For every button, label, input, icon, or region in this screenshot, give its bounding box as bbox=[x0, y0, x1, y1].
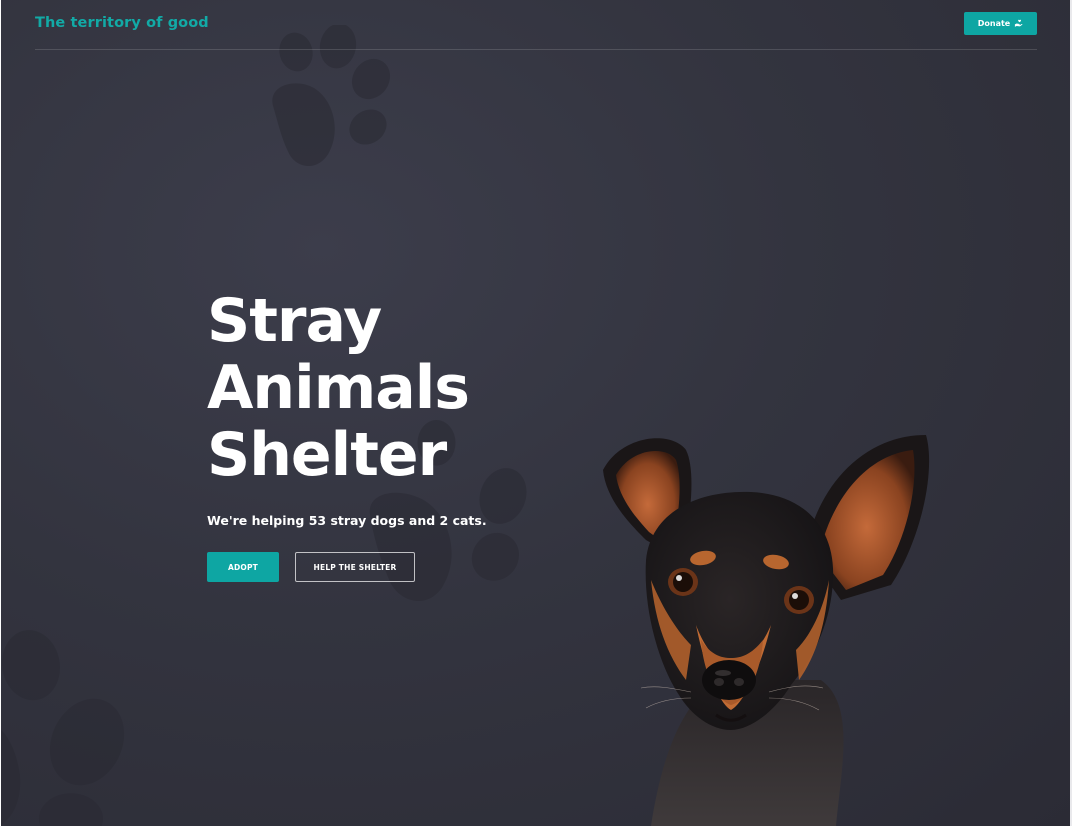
site-header: The territory of good Donate bbox=[35, 0, 1037, 50]
hero-title: Stray Animals Shelter bbox=[207, 288, 567, 489]
dog-photo bbox=[603, 435, 930, 826]
hero-title-line: Animals bbox=[207, 353, 470, 423]
adopt-button[interactable]: ADOPT bbox=[207, 552, 279, 582]
site-logo[interactable]: The territory of good bbox=[35, 15, 209, 31]
hero-subtitle: We're helping 53 stray dogs and 2 cats. bbox=[207, 513, 487, 528]
hero-section: The territory of good Donate Stray Anima… bbox=[1, 0, 1070, 826]
hero-title-line: Stray bbox=[207, 286, 382, 356]
paw-print-icon bbox=[1, 630, 125, 826]
hand-heart-icon bbox=[1015, 19, 1023, 27]
hero-title-line: Shelter bbox=[207, 420, 447, 490]
donate-button[interactable]: Donate bbox=[964, 12, 1037, 35]
help-shelter-button[interactable]: HELP THE SHELTER bbox=[295, 552, 415, 582]
donate-label: Donate bbox=[977, 19, 1011, 28]
